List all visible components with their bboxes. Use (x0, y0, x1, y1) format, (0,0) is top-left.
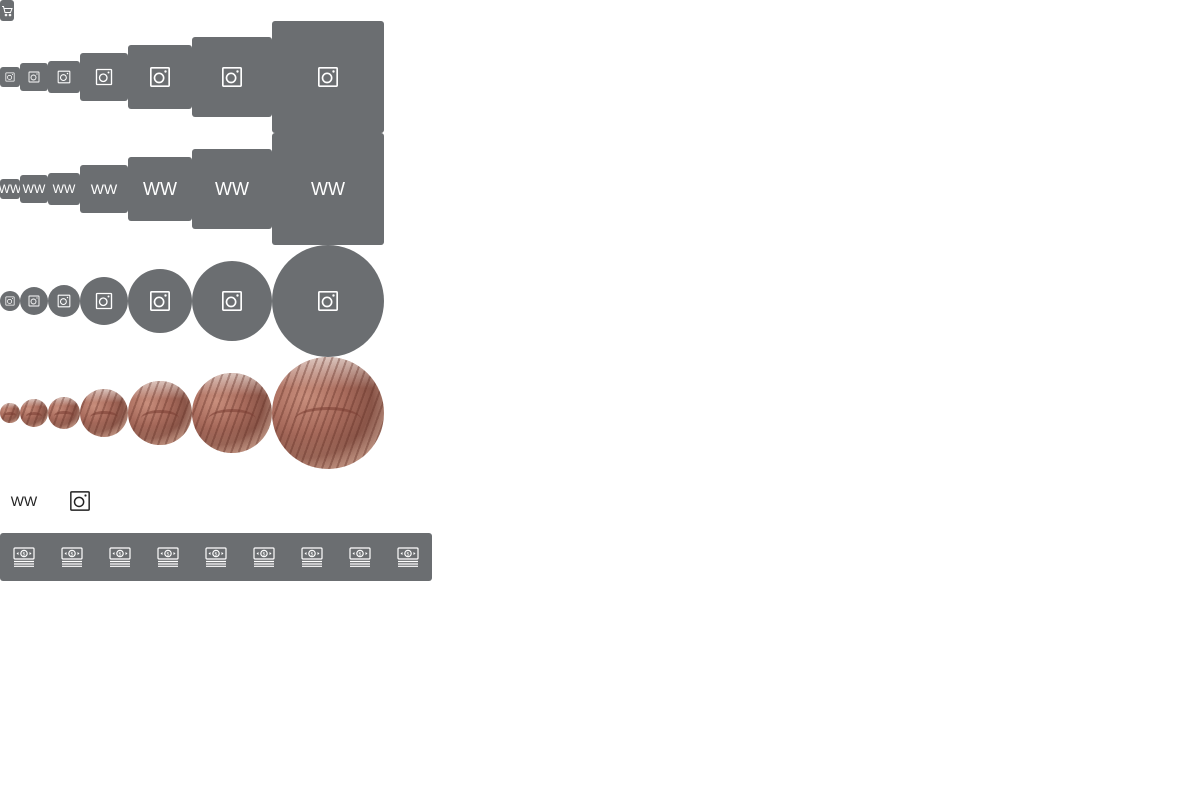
instagram-icon (150, 67, 170, 87)
money-bill-button[interactable]: $ (96, 533, 144, 581)
avatar-initials: WW (90, 181, 118, 197)
svg-text:$: $ (262, 552, 265, 558)
instagram-icon (28, 295, 40, 307)
svg-text:$: $ (214, 552, 217, 558)
money-bill-icon: $ (13, 547, 35, 567)
cart-badge[interactable] (0, 0, 14, 21)
instagram-icon (57, 70, 71, 84)
photo-avatar (0, 403, 20, 423)
money-bill-button[interactable]: $ (192, 533, 240, 581)
money-bill-icon: $ (397, 547, 419, 567)
plain-instagram-avatar (68, 489, 92, 513)
svg-text:$: $ (166, 552, 169, 558)
square-instagram-avatar (192, 37, 272, 117)
instagram-icon (318, 67, 338, 87)
money-bill-icon: $ (109, 547, 131, 567)
money-bill-icon: $ (253, 547, 275, 567)
circle-instagram-avatar (272, 245, 384, 357)
photo-avatar (128, 381, 192, 445)
square-instagram-avatar (48, 61, 80, 93)
circle-instagram-avatar (20, 287, 48, 315)
money-bill-button[interactable]: $ (240, 533, 288, 581)
avatar-initials: WW (311, 179, 345, 199)
circle-instagram-avatar (192, 261, 272, 341)
photo-avatar (192, 373, 272, 453)
money-bill-button[interactable]: $ (0, 533, 48, 581)
svg-text:$: $ (118, 552, 121, 558)
svg-text:$: $ (358, 552, 361, 558)
instagram-icon (70, 491, 90, 511)
money-bill-button[interactable]: $ (336, 533, 384, 581)
money-bill-icon: $ (205, 547, 227, 567)
initials-avatar: WW (20, 175, 48, 203)
initials-avatar: WW (0, 179, 20, 199)
photo-avatar (272, 357, 384, 469)
initials-avatar: WW (128, 157, 192, 221)
initials-avatar: WW (80, 165, 128, 213)
instagram-icon (318, 291, 338, 311)
instagram-icon (222, 67, 242, 87)
square-instagram-avatar (80, 53, 128, 101)
instagram-icon (5, 296, 15, 306)
money-bill-button[interactable]: $ (144, 533, 192, 581)
svg-text:$: $ (22, 552, 25, 558)
avatar-initials: WW (143, 179, 177, 199)
svg-text:$: $ (70, 552, 73, 558)
svg-text:$: $ (406, 552, 409, 558)
initials-avatar: WW (192, 149, 272, 229)
shopping-cart-icon (2, 5, 13, 16)
money-bill-icon: $ (157, 547, 179, 567)
photo-avatar (48, 397, 80, 429)
instagram-icon (5, 72, 15, 82)
avatar-initials: WW (215, 179, 249, 199)
plain-initials-avatar: WW (0, 489, 48, 513)
circle-instagram-avatar (0, 291, 20, 311)
plain-initials-text: WW (10, 493, 38, 509)
money-bill-icon: $ (349, 547, 371, 567)
instagram-icon (95, 292, 113, 310)
avatar-initials: WW (22, 182, 46, 196)
initials-avatar: WW (48, 173, 80, 205)
circle-instagram-avatar (48, 285, 80, 317)
money-bill-button[interactable]: $ (288, 533, 336, 581)
avatar-initials: WW (52, 182, 76, 196)
svg-text:$: $ (310, 552, 313, 558)
circle-instagram-avatar (80, 277, 128, 325)
instagram-icon (57, 294, 71, 308)
avatar-initials: WW (0, 182, 20, 196)
instagram-icon (95, 68, 113, 86)
instagram-icon (28, 71, 40, 83)
instagram-icon (222, 291, 242, 311)
square-instagram-avatar (20, 63, 48, 91)
square-instagram-avatar (0, 67, 20, 87)
initials-avatar: WW (272, 133, 384, 245)
circle-instagram-avatar (128, 269, 192, 333)
photo-avatar (20, 399, 48, 427)
money-bill-icon: $ (301, 547, 323, 567)
money-bill-button[interactable]: $ (48, 533, 96, 581)
square-instagram-avatar (272, 21, 384, 133)
square-instagram-avatar (128, 45, 192, 109)
photo-avatar (80, 389, 128, 437)
money-bill-icon: $ (61, 547, 83, 567)
instagram-icon (150, 291, 170, 311)
money-bill-button[interactable]: $ (384, 533, 432, 581)
